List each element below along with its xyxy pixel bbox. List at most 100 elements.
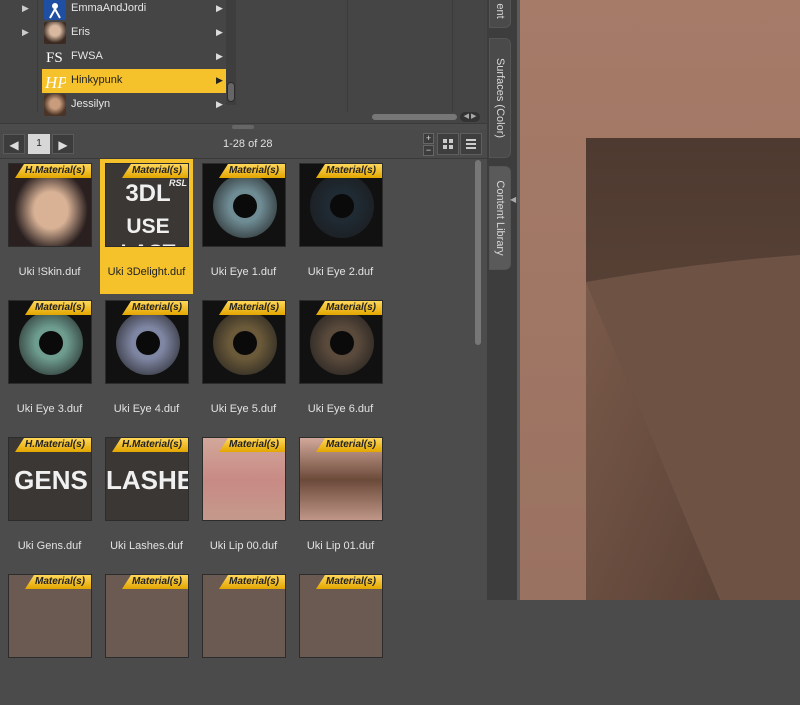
list-view-button[interactable] [460, 133, 482, 155]
content-library-pane: ▶ EmmaAndJordi ▶ ▶ Eris ▶ FS FWSA ▶ HP H… [0, 0, 487, 658]
page-number-field[interactable]: 1 [28, 134, 50, 154]
tile-thumbnail: Material(s) [299, 300, 383, 384]
tile-thumbnail: 3DLUSE LASTRSLMaterial(s) [105, 163, 189, 247]
content-tile[interactable]: Material(s) Uki Eye 4.duf [100, 296, 193, 431]
tile-filename: Uki Lashes.duf [110, 540, 183, 552]
icon-view-button[interactable] [437, 133, 459, 155]
submenu-arrow-icon[interactable]: ▶ [216, 75, 223, 86]
tree-item-label: Eris [71, 26, 90, 38]
tile-thumbnail: Material(s) [105, 300, 189, 384]
emma-jordi-icon [44, 0, 66, 20]
tile-thumbnail: Material(s) [8, 574, 92, 658]
scroll-thumb[interactable] [475, 160, 481, 345]
thumbnail-title: LASHES [106, 465, 188, 495]
item-count-text: 1-28 of 28 [223, 138, 273, 150]
material-badge: Material(s) [24, 301, 91, 315]
collapse-arrow-icon[interactable]: ◀ [510, 195, 516, 204]
tile-thumbnail: Material(s) [202, 300, 286, 384]
content-tile[interactable]: Material(s) [100, 570, 193, 705]
tile-thumbnail: Material(s) [299, 574, 383, 658]
tab-label: ent [494, 3, 506, 19]
material-badge: Material(s) [315, 301, 382, 315]
svg-text:HP: HP [44, 73, 66, 92]
tree-horizontal-scrollbar[interactable]: ◀ ▶ [0, 112, 487, 122]
material-badge: Material(s) [315, 164, 382, 178]
content-tile[interactable]: Material(s) Uki Eye 2.duf [294, 159, 387, 294]
tile-thumbnail: Material(s) [299, 437, 383, 521]
thumbnail-title: GENS [14, 465, 88, 495]
tree-item-label: FWSA [71, 50, 103, 62]
content-tile[interactable]: Material(s) [197, 570, 290, 705]
content-tile[interactable]: H.Material(s) Uki !Skin.duf [3, 159, 96, 294]
tile-filename: Uki Eye 1.duf [210, 266, 277, 278]
content-tile[interactable]: Material(s) Uki Eye 3.duf [3, 296, 96, 431]
scroll-thumb[interactable] [227, 82, 235, 102]
content-tile[interactable]: Material(s) [3, 570, 96, 705]
tile-filename: Uki Lip 00.duf [209, 540, 278, 552]
submenu-arrow-icon[interactable]: ▶ [216, 51, 223, 62]
tile-thumbnail: Material(s) [299, 163, 383, 247]
scroll-arrows-icon[interactable]: ◀ ▶ [460, 112, 480, 122]
content-tile[interactable]: Material(s) [294, 570, 387, 705]
content-tile[interactable]: Material(s) Uki Eye 1.duf [197, 159, 290, 294]
tile-filename: Uki Eye 2.duf [307, 266, 374, 278]
pane-splitter-handle[interactable] [232, 125, 254, 129]
submenu-arrow-icon[interactable]: ▶ [216, 27, 223, 38]
tree-item-eris[interactable]: ▶ Eris ▶ [0, 21, 230, 45]
tree-column-divider [452, 0, 453, 112]
tile-thumbnail: Material(s) [202, 574, 286, 658]
zoom-out-button[interactable]: − [423, 145, 434, 156]
tile-thumbnail: Material(s) [202, 437, 286, 521]
material-badge: Material(s) [24, 575, 91, 589]
tile-thumbnail: GENS H.Material(s) [8, 437, 92, 521]
tile-thumbnail: Material(s) [105, 574, 189, 658]
scroll-thumb[interactable] [372, 114, 457, 120]
tree-item-label: Hinkypunk [71, 74, 123, 86]
tab-label: Content Library [494, 180, 506, 256]
tree-item-emmaandjordi[interactable]: ▶ EmmaAndJordi ▶ [0, 0, 230, 21]
tile-filename: Uki Eye 6.duf [307, 403, 374, 415]
content-tile[interactable]: GENS H.Material(s) Uki Gens.duf [3, 433, 96, 568]
content-tile[interactable]: Material(s) Uki Lip 00.duf [197, 433, 290, 568]
next-page-button[interactable]: ▶ [52, 134, 74, 154]
material-badge: H.Material(s) [14, 438, 91, 452]
tile-filename: Uki Gens.duf [17, 540, 82, 552]
tree-vertical-scrollbar[interactable] [226, 0, 236, 105]
3d-viewport[interactable] [520, 0, 800, 600]
tile-thumbnail: H.Material(s) [8, 163, 92, 247]
tree-item-label: Jessilyn [71, 98, 111, 110]
content-tile[interactable]: Material(s) Uki Lip 01.duf [294, 433, 387, 568]
material-badge: Material(s) [218, 164, 285, 178]
content-grid: H.Material(s) Uki !Skin.duf 3DLUSE LASTRSL… [0, 159, 474, 658]
material-badge: Material(s) [121, 301, 188, 315]
tab-surfaces[interactable]: Surfaces (Color) [489, 38, 511, 158]
content-tile[interactable]: 3DLUSE LASTRSLMaterial(s)Uki 3Delight.du… [100, 159, 193, 294]
tree-item-fwsa[interactable]: FS FWSA ▶ [0, 45, 230, 69]
tile-thumbnail: Material(s) [8, 300, 92, 384]
tile-filename: Uki !Skin.duf [18, 266, 81, 278]
grid-view-icon [443, 139, 453, 149]
side-tab-strip: ent Surfaces (Color) Content Library ◀ [487, 0, 517, 600]
material-badge: Material(s) [315, 575, 382, 589]
tile-thumbnail: Material(s) [202, 163, 286, 247]
submenu-arrow-icon[interactable]: ▶ [216, 3, 223, 14]
fwsa-logo-icon: FS [44, 46, 66, 68]
expand-arrow-icon[interactable]: ▶ [22, 27, 29, 38]
tile-thumbnail: LASHES H.Material(s) [105, 437, 189, 521]
tile-filename: Uki Lip 01.duf [306, 540, 375, 552]
content-tile[interactable]: Material(s) Uki Eye 5.duf [197, 296, 290, 431]
grid-vertical-scrollbar[interactable] [474, 160, 482, 596]
tab-environment[interactable]: ent [489, 0, 511, 28]
material-badge: H.Material(s) [14, 164, 91, 178]
material-badge: Material(s) [218, 575, 285, 589]
submenu-arrow-icon[interactable]: ▶ [216, 99, 223, 110]
zoom-in-button[interactable]: + [423, 133, 434, 144]
content-tile[interactable]: LASHES H.Material(s) Uki Lashes.duf [100, 433, 193, 568]
hinkypunk-logo-icon: HP [44, 70, 68, 92]
expand-arrow-icon[interactable]: ▶ [22, 3, 29, 14]
tab-content-library[interactable]: Content Library [489, 166, 511, 270]
content-tile[interactable]: Material(s) Uki Eye 6.duf [294, 296, 387, 431]
prev-page-button[interactable]: ◀ [3, 134, 25, 154]
tree-item-hinkypunk[interactable]: HP Hinkypunk ▶ [42, 69, 226, 93]
thumbnail-tag: RSL [169, 178, 187, 188]
